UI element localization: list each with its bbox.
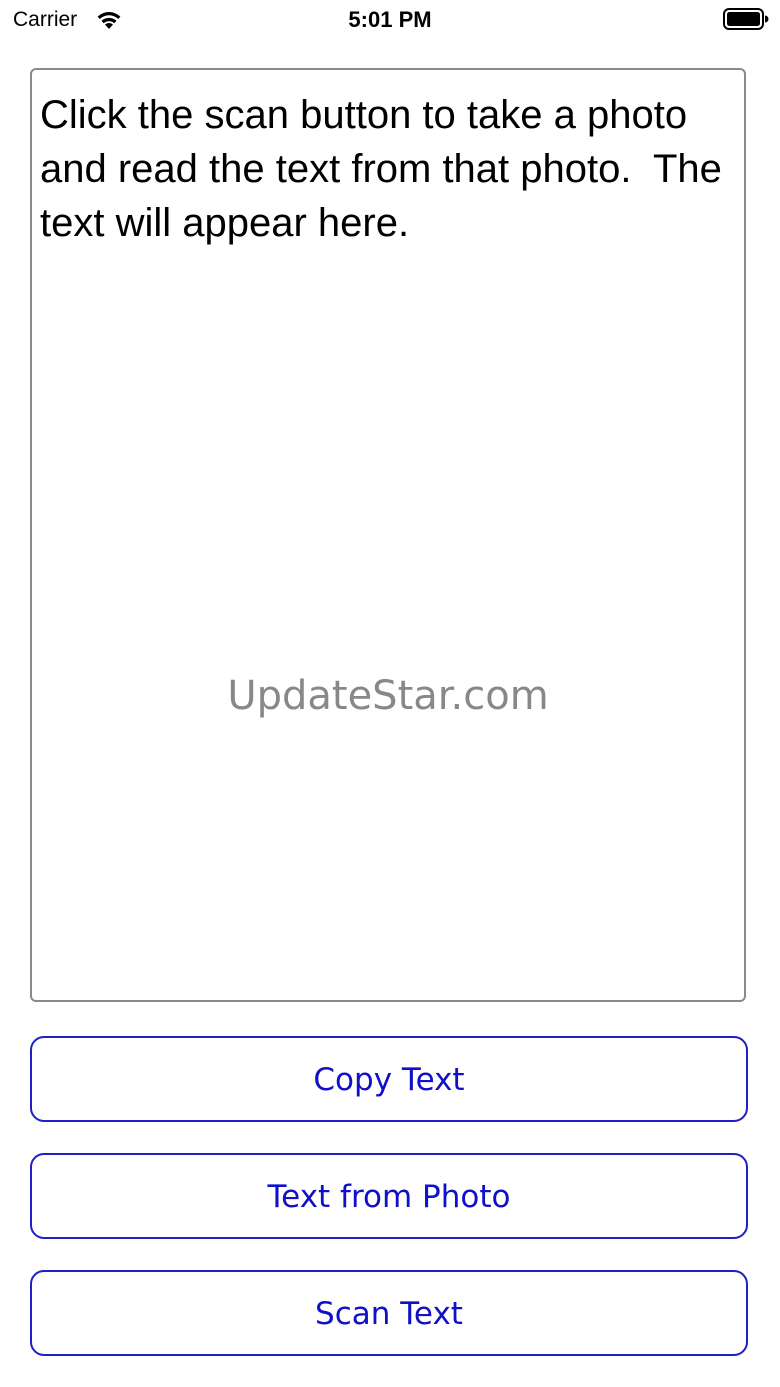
status-time: 5:01 PM (348, 7, 432, 32)
battery-icon (723, 8, 769, 30)
app-screen: Carrier 5:01 PM Click the scan button to… (0, 0, 780, 1387)
status-bar: Carrier 5:01 PM (0, 0, 780, 40)
copy-text-button[interactable]: Copy Text (30, 1036, 748, 1122)
text-from-photo-button[interactable]: Text from Photo (30, 1153, 748, 1239)
watermark-text: UpdateStar.com (227, 673, 549, 719)
scanned-text-content: Click the scan button to take a photo an… (40, 93, 734, 245)
scan-text-button[interactable]: Scan Text (30, 1270, 748, 1356)
scanned-text-view[interactable]: Click the scan button to take a photo an… (30, 68, 746, 1002)
